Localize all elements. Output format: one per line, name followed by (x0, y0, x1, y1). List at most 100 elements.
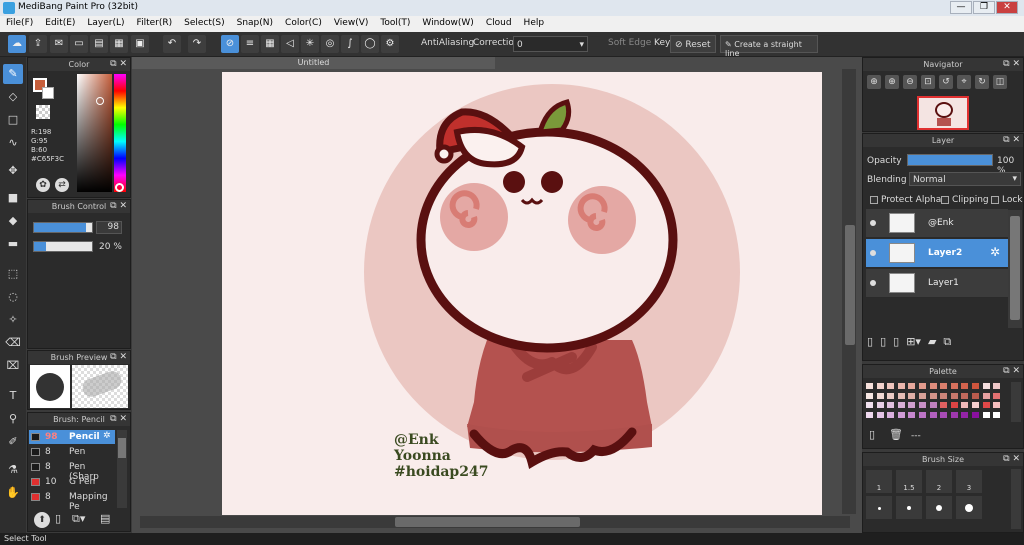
zoom-out-icon[interactable]: ⊖ (903, 75, 917, 89)
palette-swatch[interactable] (865, 382, 874, 390)
rotate-reset-icon[interactable]: ⌖ (957, 75, 971, 89)
divide-tool-icon[interactable]: ✐ (3, 432, 23, 452)
straight-line-button[interactable]: ✎ Create a straight line (720, 35, 818, 58)
palette-swatch[interactable] (960, 382, 970, 390)
new-layer-icon[interactable]: ▯ (867, 335, 873, 349)
palette-swatch[interactable] (918, 401, 927, 409)
comment-icon[interactable]: ✉ (50, 35, 68, 53)
close-icon[interactable]: ⧉ ✕ (110, 351, 127, 364)
palette-swatch[interactable] (971, 382, 980, 390)
brush-item-pencil[interactable]: 98 Pencil ✲ (29, 430, 115, 444)
minimize-button[interactable]: — (950, 1, 972, 14)
layer-row-layer2[interactable]: Layer2 ✲ (866, 239, 1008, 268)
menu-view[interactable]: View(V) (328, 16, 375, 32)
new-layer-1bit-icon[interactable]: ▯ (893, 335, 899, 349)
color-picker-handle[interactable] (96, 97, 104, 105)
document-tab[interactable]: Untitled (132, 57, 495, 69)
flip-icon[interactable]: ◫ (993, 75, 1007, 89)
palette-swatch[interactable] (886, 382, 896, 390)
palette-swatch[interactable] (875, 382, 885, 390)
eye-icon[interactable] (870, 250, 876, 256)
cloud-icon[interactable]: ☁ (8, 35, 26, 53)
palette-swatch[interactable] (981, 382, 991, 390)
brush-item-g-pen[interactable]: 10 G Pen (29, 475, 115, 489)
palette-swatch[interactable] (896, 391, 906, 400)
palette-swatch[interactable] (865, 410, 874, 419)
drawing-canvas[interactable]: @Enk Yoonna #hoidap247 (222, 72, 822, 515)
palette-selector[interactable]: --- (911, 431, 921, 441)
palette-swatch[interactable] (949, 382, 959, 390)
redo-icon[interactable]: ↷ (188, 35, 206, 53)
blending-select[interactable]: Normal ▾ (909, 172, 1021, 186)
trash-icon[interactable]: 🗑 (889, 428, 903, 441)
palette-swatch[interactable] (981, 391, 991, 400)
palette-swatch[interactable] (992, 410, 1002, 419)
select-pen-tool-icon[interactable]: ⌫ (3, 333, 23, 353)
palette-swatch[interactable] (992, 391, 1002, 400)
brush-size-option[interactable] (925, 495, 953, 520)
palette-swatch[interactable] (918, 410, 927, 419)
palette-swatch[interactable] (928, 401, 938, 409)
hand-tool-icon[interactable]: ✋ (3, 483, 23, 503)
hue-handle[interactable] (115, 183, 124, 192)
fill-rect-tool-icon[interactable]: ■ (3, 188, 23, 208)
menu-window[interactable]: Window(W) (416, 16, 479, 32)
menu-color[interactable]: Color(C) (279, 16, 328, 32)
palette-swatch[interactable] (896, 401, 906, 409)
copy-brush-icon[interactable]: ⧉▾ (72, 512, 85, 526)
close-icon[interactable]: ⧉ ✕ (110, 200, 127, 213)
brush-opacity-slider[interactable] (33, 241, 93, 252)
palette-swatch[interactable] (875, 401, 885, 409)
close-icon[interactable]: ⧉ ✕ (1003, 453, 1020, 466)
palette-swatch[interactable] (886, 410, 896, 419)
lock-checkbox[interactable] (991, 196, 999, 204)
new-palette-icon[interactable]: ▯ (869, 428, 875, 441)
brush-size-value[interactable]: 98 (96, 221, 122, 234)
protect-alpha-checkbox[interactable] (870, 196, 878, 204)
brush-size-option[interactable]: 3 (955, 469, 983, 494)
layer-list-scrollbar[interactable] (1008, 210, 1022, 328)
palette-swatch[interactable] (949, 401, 959, 409)
palette-swatch[interactable] (971, 401, 980, 409)
palette-swatch[interactable] (896, 382, 906, 390)
hue-slider[interactable] (114, 74, 126, 192)
gear-icon[interactable]: ✲ (990, 245, 1000, 259)
gradient-tool-icon[interactable]: ▬ (3, 234, 23, 254)
brush-settings-icon[interactable]: ▤ (100, 512, 110, 525)
close-button[interactable]: ✕ (996, 1, 1018, 14)
palette-swatch[interactable] (865, 391, 874, 400)
folder-icon[interactable]: ▰ (928, 335, 936, 349)
palette-swatch[interactable] (939, 391, 949, 400)
palette-swatch[interactable] (886, 401, 896, 409)
layer-row-layer1[interactable]: Layer1 (866, 269, 1008, 298)
palette-swatch[interactable] (865, 401, 874, 409)
brush-item-pen[interactable]: 8 Pen (29, 445, 115, 459)
brush-item-mapping-pen[interactable]: 8 Mapping Pe (29, 490, 115, 512)
radial-snap-icon[interactable]: ✳ (301, 35, 319, 53)
vertical-scroll-thumb[interactable] (845, 225, 855, 345)
brush-size-scrollbar[interactable] (1011, 469, 1021, 529)
close-icon[interactable]: ⧉ ✕ (110, 58, 127, 71)
palette-swatch[interactable] (949, 410, 959, 419)
zoom-icon[interactable]: ⊕ (867, 75, 881, 89)
palette-swatch[interactable] (928, 391, 938, 400)
palette-swatch[interactable] (949, 391, 959, 400)
parallel-snap-icon[interactable]: ≡ (241, 35, 259, 53)
brush-tool-icon[interactable]: ✎ (3, 64, 23, 84)
navigator-preview[interactable] (917, 96, 969, 130)
brush-size-option[interactable] (895, 495, 923, 520)
palette-swatch[interactable] (907, 391, 917, 400)
maximize-button[interactable]: ❐ (973, 1, 995, 14)
palette-swatch[interactable] (875, 410, 885, 419)
palette-swatch[interactable] (918, 382, 927, 390)
eraser-tool-icon[interactable]: ◇ (3, 87, 23, 107)
palette-swatch[interactable] (992, 382, 1002, 390)
palette-swatch[interactable] (992, 401, 1002, 409)
transparent-swatch[interactable] (36, 105, 50, 119)
grid-doc-icon[interactable]: ▦ (110, 35, 128, 53)
rotate-left-icon[interactable]: ↺ (939, 75, 953, 89)
palette-swatch[interactable] (981, 410, 991, 419)
add-brush-icon[interactable]: ⬆ (34, 512, 50, 528)
palette-swatch[interactable] (918, 391, 927, 400)
eye-icon[interactable] (870, 280, 876, 286)
